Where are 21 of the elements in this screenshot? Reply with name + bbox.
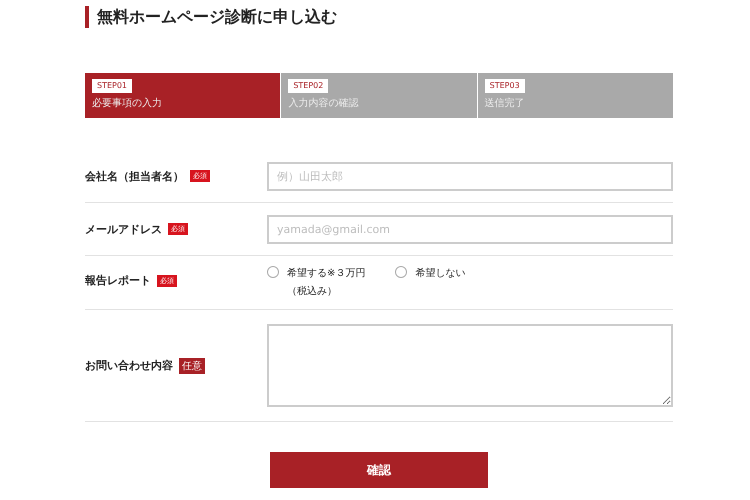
input-field[interactable]: yamada@gmail.com [267, 214, 673, 244]
step-label: 必要事項の入力 [92, 96, 162, 110]
field-label: メールアドレス [85, 222, 162, 236]
input-field[interactable]: 例）山田太郎 [267, 162, 673, 190]
step-label: 送信完了 [484, 96, 525, 110]
field-label: 会社名（担当者名） [85, 168, 184, 184]
field-label: 報告レポート [85, 273, 151, 288]
optional-badge: 任意 [179, 358, 205, 374]
step-label: 入力内容の確認 [288, 96, 358, 110]
field-label: お問い合わせ内容 [85, 358, 173, 373]
step-number: STEP01 [92, 79, 132, 93]
radio-button[interactable] [267, 266, 279, 278]
radio-button[interactable] [395, 266, 408, 278]
option-label: 希望する※３万円 [287, 266, 366, 280]
confirm-button[interactable]: 確認 [270, 452, 488, 488]
option-note: （税込み） [287, 284, 338, 298]
page-title: 無料ホームページ診断に申し込む [85, 6, 673, 28]
option-label: 希望しない [415, 266, 466, 280]
step-number: STEP02 [288, 79, 328, 93]
message-field[interactable] [267, 324, 673, 407]
step-number: STEP03 [484, 79, 525, 93]
